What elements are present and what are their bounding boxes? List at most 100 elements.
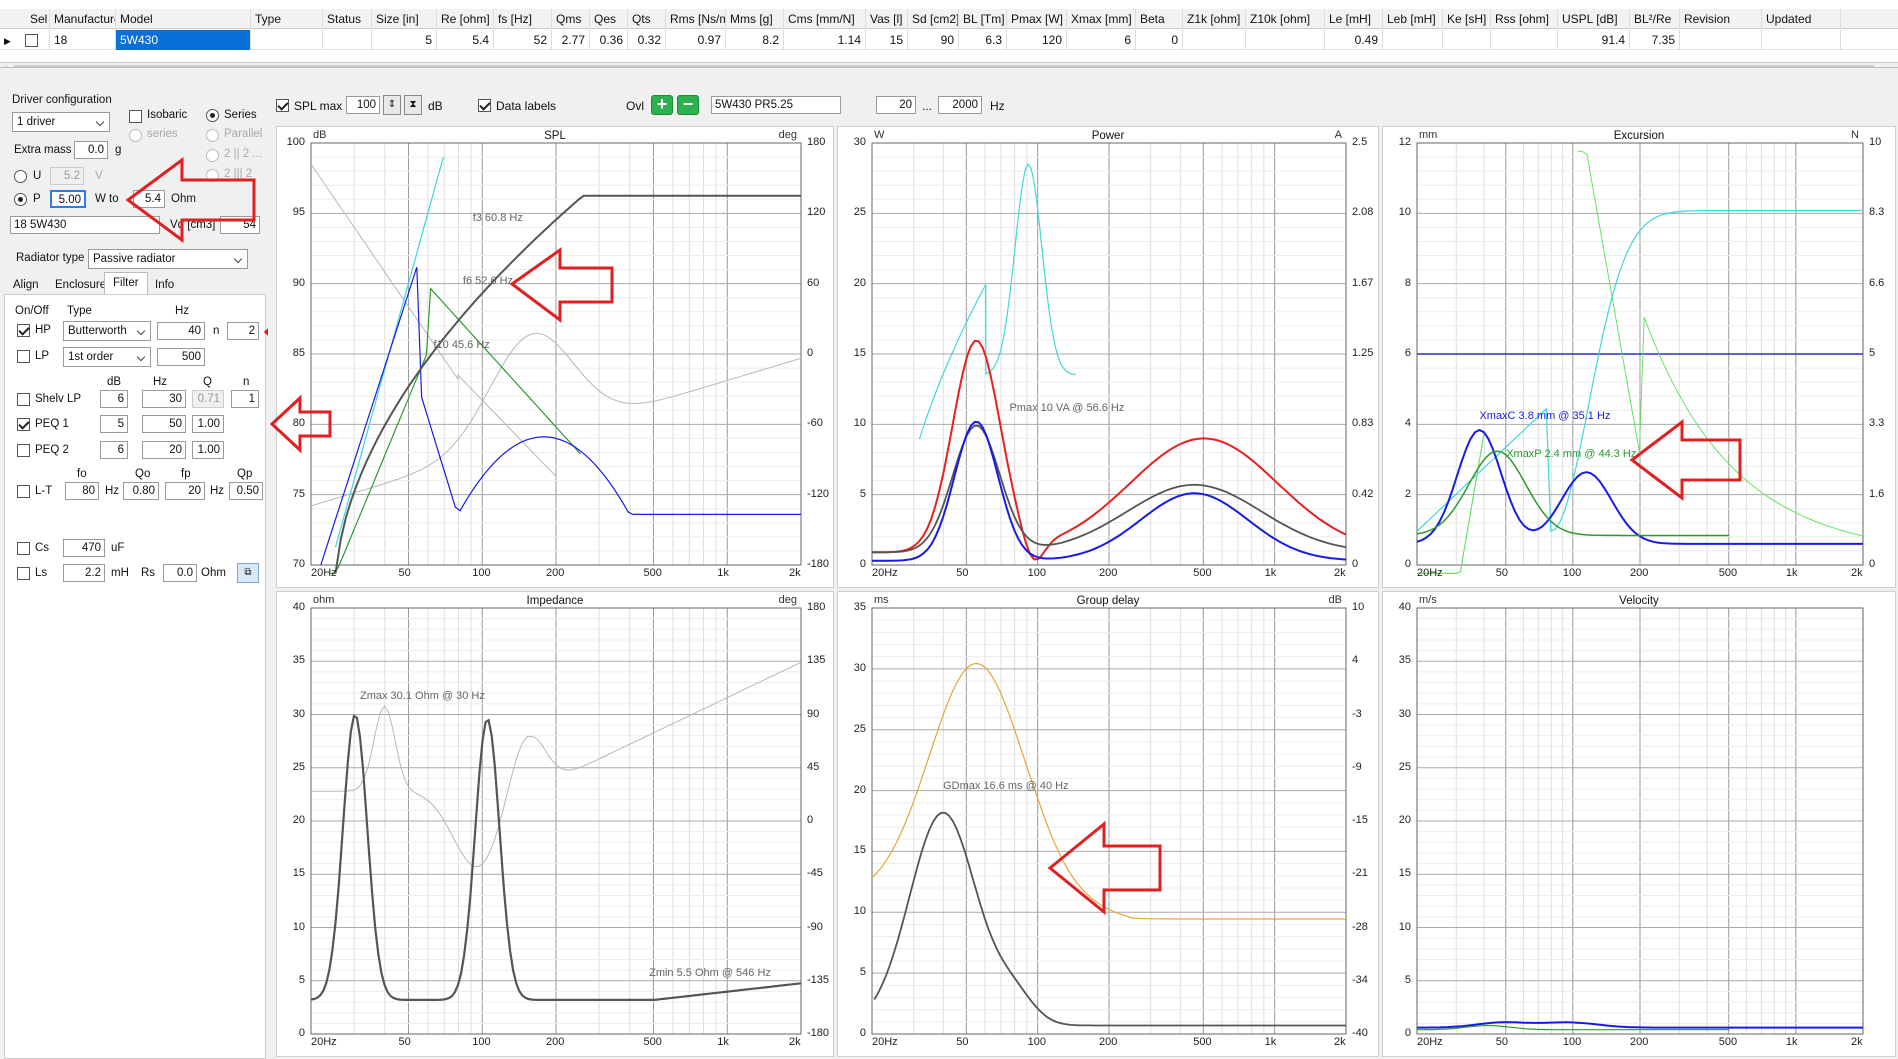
spl-chart-panel[interactable]: SPL dB deg 100 95 90 85 80 75 70 180 120 60 0 -60 -120 -… <box>276 126 834 588</box>
grid-cell-6[interactable]: 5.4 <box>437 30 494 50</box>
grid-cell-13[interactable]: 1.14 <box>784 30 866 50</box>
grid-cell-10[interactable]: 0.32 <box>628 30 666 50</box>
power-ytick-left: 30 <box>853 136 866 148</box>
impedance-xtick: 500 <box>643 1036 662 1048</box>
excursion-xtick: 500 <box>1718 567 1738 579</box>
grid-cell-11[interactable]: 0.97 <box>666 30 726 50</box>
remove-overlay-icon[interactable]: − <box>677 95 699 115</box>
spl-ytick-right: 60 <box>807 276 820 289</box>
driver-grid[interactable]: SelManufacturerModelTypeStatusSize [in]R… <box>0 0 1898 68</box>
grid-cell-18[interactable]: 6 <box>1067 30 1136 50</box>
spl-plot-svg <box>310 142 802 574</box>
gd-chart-panel[interactable]: Group delay ms dB 35 30 25 20 15 10 5 0 10 4 -3 -9 -15-… <box>837 591 1379 1057</box>
grid-col-header-12[interactable]: Mms [g] <box>726 9 784 29</box>
grid-cell-1[interactable]: 18 <box>50 30 116 50</box>
grid-col-header-9[interactable]: Qes <box>590 9 628 29</box>
power-ytick-right: 1.67 <box>1352 276 1374 289</box>
grid-cell-24[interactable] <box>1443 30 1491 50</box>
velocity-chart-panel[interactable]: Velocity m/s 40 35 30 25 20 15 10 5 0 20Hz 50 100 200 5… <box>1382 591 1896 1057</box>
grid-col-header-3[interactable]: Type <box>251 9 323 29</box>
grid-cell-16[interactable]: 6.3 <box>959 30 1007 50</box>
ovl-label: Ovl <box>626 99 644 113</box>
grid-cell-14[interactable]: 15 <box>866 30 908 50</box>
freq-high-input[interactable]: 2000 <box>938 96 982 114</box>
grid-col-header-19[interactable]: Beta <box>1136 9 1183 29</box>
grid-col-header-4[interactable]: Status <box>323 9 372 29</box>
grid-col-header-27[interactable]: BL²/Re <box>1630 9 1680 29</box>
grid-cell-23[interactable] <box>1383 30 1443 50</box>
data-labels-checkbox[interactable] <box>478 99 491 112</box>
grid-col-header-17[interactable]: Pmax [W] <box>1007 9 1067 29</box>
grid-row[interactable]: ▶ 18 5W430 5 5.4 52 2.77 0.36 0.32 0.97 8.2 1.14 15 9… <box>0 30 1898 50</box>
grid-cell-17[interactable]: 120 <box>1007 30 1067 50</box>
grid-col-header-13[interactable]: Cms [mm/N] <box>784 9 866 29</box>
grid-col-header-22[interactable]: Le [mH] <box>1325 9 1383 29</box>
scrollbar-thumb[interactable] <box>14 65 1874 67</box>
spl-xtick: 200 <box>546 567 565 579</box>
grid-cell-21[interactable] <box>1246 30 1325 50</box>
grid-col-header-11[interactable]: Rms [Ns/m] <box>666 9 726 29</box>
grid-cell-22[interactable]: 0.49 <box>1325 30 1383 50</box>
grid-cell-20[interactable] <box>1183 30 1246 50</box>
grid-col-header-18[interactable]: Xmax [mm] <box>1067 9 1136 29</box>
grid-col-header-0[interactable]: Sel <box>0 9 50 29</box>
grid-col-header-5[interactable]: Size [in] <box>372 9 437 29</box>
grid-col-header-14[interactable]: Vas [l] <box>866 9 908 29</box>
grid-cell-19[interactable]: 0 <box>1136 30 1183 50</box>
impedance-ytick-left: 10 <box>292 920 305 933</box>
grid-col-header-21[interactable]: Z10k [ohm] <box>1246 9 1325 29</box>
grid-col-header-28[interactable]: Revision <box>1680 9 1762 29</box>
overlay-name-field[interactable]: 5W430 PR5.25 <box>711 96 841 114</box>
grid-cell-5[interactable]: 5 <box>372 30 437 50</box>
grid-col-header-16[interactable]: BL [Tm] <box>959 9 1007 29</box>
velocity-xtick: 50 <box>1495 1036 1508 1048</box>
grid-col-header-7[interactable]: fs [Hz] <box>494 9 552 29</box>
excursion-chart-panel[interactable]: Excursion mm N 12 10 8 6 4 2 0 10 8.3 6.6 5 3.3 1.6 0 20H… <box>1382 126 1896 588</box>
grid-col-header-15[interactable]: Sd [cm2] <box>908 9 959 29</box>
grid-col-header-29[interactable]: Updated <box>1762 9 1841 29</box>
impedance-ytick-left: 5 <box>298 973 305 986</box>
velocity-xtick: 200 <box>1630 1036 1649 1048</box>
grid-col-header-23[interactable]: Leb [mH] <box>1383 9 1443 29</box>
grid-cell-29[interactable] <box>1762 30 1841 50</box>
power-chart-panel[interactable]: Power W A 30 25 20 15 10 5 0 2.5 2.08 1.67 1.25 0.83 0.… <box>837 126 1379 588</box>
grid-cell-12[interactable]: 8.2 <box>726 30 784 50</box>
spl-db-unit: dB <box>428 99 443 113</box>
grid-horizontal-scrollbar[interactable]: ‹ <box>0 62 1898 67</box>
grid-col-header-20[interactable]: Z1k [ohm] <box>1183 9 1246 29</box>
spl-unit-left: dB <box>313 129 327 141</box>
scroll-left-icon[interactable]: ‹ <box>4 63 8 67</box>
spl-max-input[interactable]: 100 <box>346 96 380 114</box>
grid-col-header-26[interactable]: USPL [dB] <box>1558 9 1630 29</box>
grid-cell-3[interactable] <box>251 30 323 50</box>
add-overlay-icon[interactable]: + <box>651 95 673 115</box>
velocity-xtick: 20Hz <box>1417 1036 1443 1048</box>
impedance-chart-panel[interactable]: Impedance ohm deg 40 35 30 25 20 15 10 5 0 180 135 90 4… <box>276 591 834 1057</box>
grid-cell-9[interactable]: 0.36 <box>590 30 628 50</box>
grid-col-header-10[interactable]: Qts <box>628 9 666 29</box>
excursion-green-rise <box>1417 434 1485 574</box>
grid-col-header-6[interactable]: Re [ohm] <box>437 9 494 29</box>
grid-cell-25[interactable] <box>1491 30 1558 50</box>
grid-cell-0[interactable]: ▶ <box>0 30 50 50</box>
spl-ytick-left: 100 <box>286 136 305 148</box>
grid-cell-4[interactable] <box>323 30 372 50</box>
grid-cell-7[interactable]: 52 <box>494 30 552 50</box>
grid-cell-28[interactable] <box>1680 30 1762 50</box>
grid-col-header-2[interactable]: Model <box>116 9 251 29</box>
grid-cell-2[interactable]: 5W430 <box>116 30 251 50</box>
spl-max-checkbox[interactable] <box>276 99 289 112</box>
grid-col-header-1[interactable]: Manufacturer <box>50 9 116 29</box>
grid-cell-8[interactable]: 2.77 <box>552 30 590 50</box>
grid-cell-15[interactable]: 90 <box>908 30 959 50</box>
grid-col-header-24[interactable]: Ke [sH] <box>1443 9 1491 29</box>
grid-cell-26[interactable]: 91.4 <box>1558 30 1630 50</box>
grid-col-header-8[interactable]: Qms <box>552 9 590 29</box>
row-select-checkbox[interactable] <box>24 34 38 48</box>
grid-cell-27[interactable]: 7.35 <box>1630 30 1680 50</box>
grid-col-header-25[interactable]: Rss [ohm] <box>1491 9 1558 29</box>
spin-arrows-icon[interactable]: ⧗ <box>404 95 422 115</box>
spin-updown-icon[interactable]: ⇕ <box>383 95 401 115</box>
power-ytick-left: 25 <box>853 206 866 219</box>
freq-low-input[interactable]: 20 <box>876 96 916 114</box>
